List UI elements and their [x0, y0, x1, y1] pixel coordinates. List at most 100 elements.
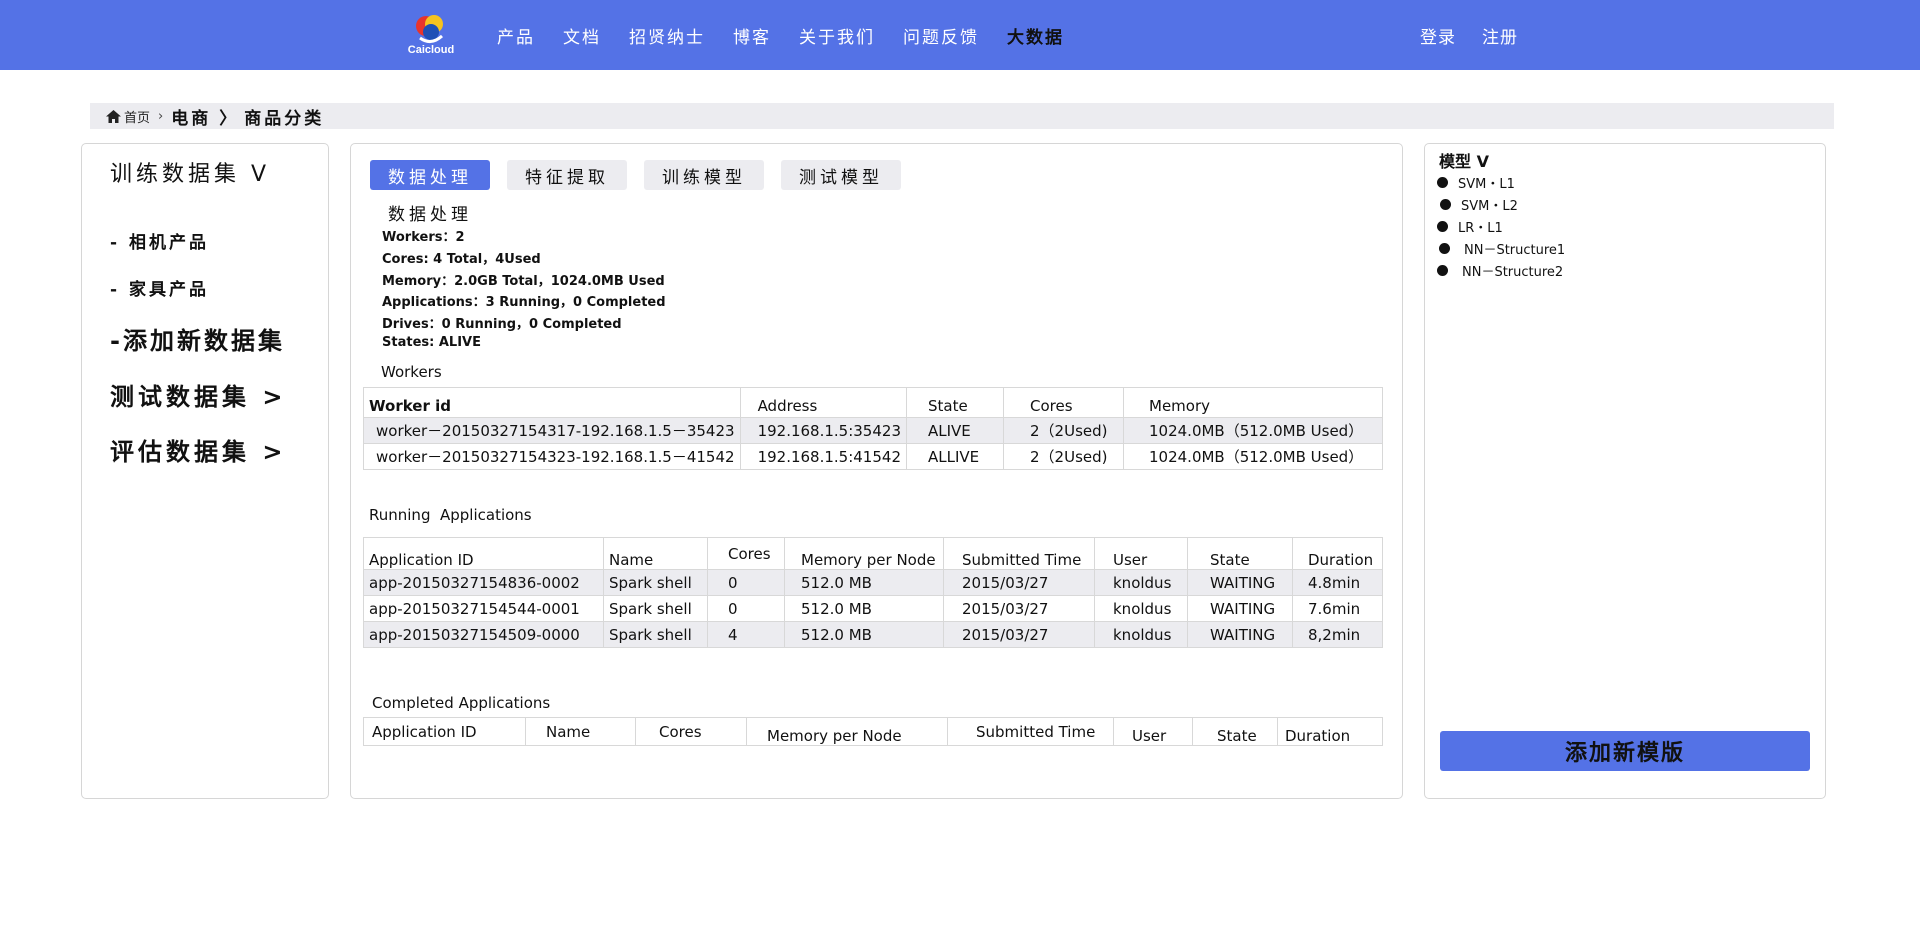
column-header: Address [739, 387, 908, 418]
nav-careers[interactable]: 招贤纳士 [629, 23, 705, 48]
add-template-button[interactable]: 添加新模版 [1440, 731, 1810, 771]
models-toggle[interactable]: 模型 V [1439, 148, 1489, 172]
table-header-row: Worker id Address State Cores Memory [363, 387, 1383, 418]
model-item[interactable]: NN－Structure2 [1437, 261, 1563, 280]
logo-icon [416, 15, 444, 43]
tab-feature-extraction[interactable]: 特征提取 [507, 160, 627, 190]
breadcrumb: 首页 › 电商 〉 商品分类 [90, 103, 1834, 129]
app-user: knoldus [1094, 595, 1188, 622]
top-navbar: Caicloud 产品 文档 招贤纳士 博客 关于我们 问题反馈 大数据 登录 … [0, 0, 1920, 70]
bullet-icon [1440, 199, 1451, 210]
add-dataset-link[interactable]: -添加新数据集 [110, 321, 285, 356]
app-name: Spark shell [603, 621, 708, 648]
caicloud-logo[interactable]: Caicloud [398, 12, 464, 58]
table-row[interactable]: worker－20150327154323-192.168.1.5－41542 … [363, 443, 1383, 470]
stat-cores: Cores: 4 Total，4Used [382, 252, 541, 267]
column-header: Submitted Time [943, 537, 1095, 570]
table-row[interactable]: app-20150327154509-0000 Spark shell 4 51… [363, 621, 1383, 648]
column-header: Memory per Node [746, 717, 948, 746]
worker-state: ALIVE [906, 417, 1004, 444]
column-header: State [1192, 717, 1278, 746]
app-state: WAITING [1187, 621, 1293, 648]
nav-blog[interactable]: 博客 [733, 23, 771, 48]
worker-cores: 2（2Used) [1003, 417, 1124, 444]
app-id[interactable]: app-20150327154509-0000 [363, 621, 604, 648]
app-user: knoldus [1094, 621, 1188, 648]
model-label: NN－Structure1 [1464, 243, 1566, 258]
dataset-item-furniture[interactable]: - 家具产品 [110, 275, 209, 300]
table-header-row: Application ID Name Cores Memory per Nod… [363, 717, 1383, 746]
login-link[interactable]: 登录 [1420, 23, 1456, 48]
nav-products[interactable]: 产品 [497, 23, 535, 48]
column-header: Memory per Node [784, 537, 944, 570]
model-item[interactable]: NN－Structure1 [1439, 239, 1565, 258]
tab-data-processing[interactable]: 数据处理 [370, 160, 490, 190]
app-id[interactable]: app-20150327154836-0002 [363, 569, 604, 596]
tab-test-model[interactable]: 测试模型 [781, 160, 901, 190]
nav-feedback[interactable]: 问题反馈 [903, 23, 979, 48]
app-memory: 512.0 MB [784, 569, 944, 596]
model-label: NN－Structure2 [1462, 265, 1564, 280]
completed-apps-title: Completed Applications [372, 694, 551, 712]
main-nav: 产品 文档 招贤纳士 博客 关于我们 问题反馈 大数据 [497, 0, 1092, 70]
column-header: Duration [1292, 537, 1383, 570]
nav-docs[interactable]: 文档 [563, 23, 601, 48]
chevron-right-icon: 〉 [219, 108, 237, 129]
dataset-item-camera[interactable]: - 相机产品 [110, 228, 209, 253]
app-name: Spark shell [603, 569, 708, 596]
worker-id: worker－20150327154317-192.168.1.5－35423 [363, 417, 741, 444]
app-cores: 4 [707, 621, 785, 648]
nav-bigdata[interactable]: 大数据 [1007, 23, 1064, 48]
nav-about[interactable]: 关于我们 [799, 23, 875, 48]
tab-train-model[interactable]: 训练模型 [644, 160, 764, 190]
table-row[interactable]: worker－20150327154317-192.168.1.5－35423 … [363, 417, 1383, 444]
column-header: State [1187, 537, 1293, 570]
column-header: Submitted Time [947, 717, 1114, 746]
models-panel: 模型 V SVM・L1 SVM・L2 LR・L1 NN－Structure1 N… [1424, 143, 1826, 799]
auth-links: 登录 注册 [1420, 0, 1544, 70]
stat-drives: Drives：0 Running，0 Completed [382, 317, 622, 332]
app-duration: 8,2min [1292, 621, 1383, 648]
worker-cores: 2（2Used) [1003, 443, 1124, 470]
app-cores: 0 [707, 569, 785, 596]
column-header: User [1113, 717, 1193, 746]
register-link[interactable]: 注册 [1482, 23, 1518, 48]
model-label: SVM・L1 [1458, 177, 1515, 192]
column-header: Name [525, 717, 636, 746]
worker-memory: 1024.0MB（512.0MB Used） [1123, 443, 1383, 470]
table-row[interactable]: app-20150327154544-0001 Spark shell 0 51… [363, 595, 1383, 622]
stat-memory: Memory：2.0GB Total，1024.0MB Used [382, 274, 665, 289]
table-row[interactable]: app-20150327154836-0002 Spark shell 0 51… [363, 569, 1383, 596]
column-header: Cores [707, 537, 785, 570]
app-submitted: 2015/03/27 [943, 621, 1095, 648]
model-item[interactable]: LR・L1 [1437, 217, 1503, 236]
column-header: Name [603, 537, 708, 570]
column-header: User [1094, 537, 1188, 570]
breadcrumb-home[interactable]: 首页 [106, 107, 150, 126]
app-submitted: 2015/03/27 [943, 595, 1095, 622]
breadcrumb-ecommerce[interactable]: 电商 [171, 104, 211, 129]
column-header: Cores [635, 717, 747, 746]
stat-applications: Applications：3 Running，0 Completed [382, 295, 666, 310]
model-label: LR・L1 [1458, 221, 1503, 236]
column-header: Worker id [363, 387, 741, 418]
column-header: Duration [1277, 717, 1383, 746]
worker-state: ALLIVE [906, 443, 1004, 470]
bullet-icon [1439, 243, 1450, 254]
worker-id: worker－20150327154323-192.168.1.5－41542 [363, 443, 741, 470]
model-item[interactable]: SVM・L2 [1440, 195, 1518, 214]
stat-states: States: ALIVE [382, 335, 481, 350]
train-dataset-toggle[interactable]: 训练数据集 V [110, 156, 270, 188]
model-item[interactable]: SVM・L1 [1437, 173, 1515, 192]
app-cores: 0 [707, 595, 785, 622]
app-name: Spark shell [603, 595, 708, 622]
running-apps-title: Running Applications [369, 506, 532, 524]
app-id[interactable]: app-20150327154544-0001 [363, 595, 604, 622]
main-panel: 数据处理 特征提取 训练模型 测试模型 数据处理 Workers：2 Cores… [350, 143, 1403, 799]
home-icon [106, 109, 121, 123]
breadcrumb-home-label: 首页 [124, 110, 151, 126]
test-dataset-toggle[interactable]: 测试数据集 > [110, 377, 286, 412]
dataset-sidebar: 训练数据集 V - 相机产品 - 家具产品 -添加新数据集 测试数据集 > 评估… [81, 143, 329, 799]
eval-dataset-toggle[interactable]: 评估数据集 > [110, 432, 286, 467]
bullet-icon [1437, 177, 1448, 188]
